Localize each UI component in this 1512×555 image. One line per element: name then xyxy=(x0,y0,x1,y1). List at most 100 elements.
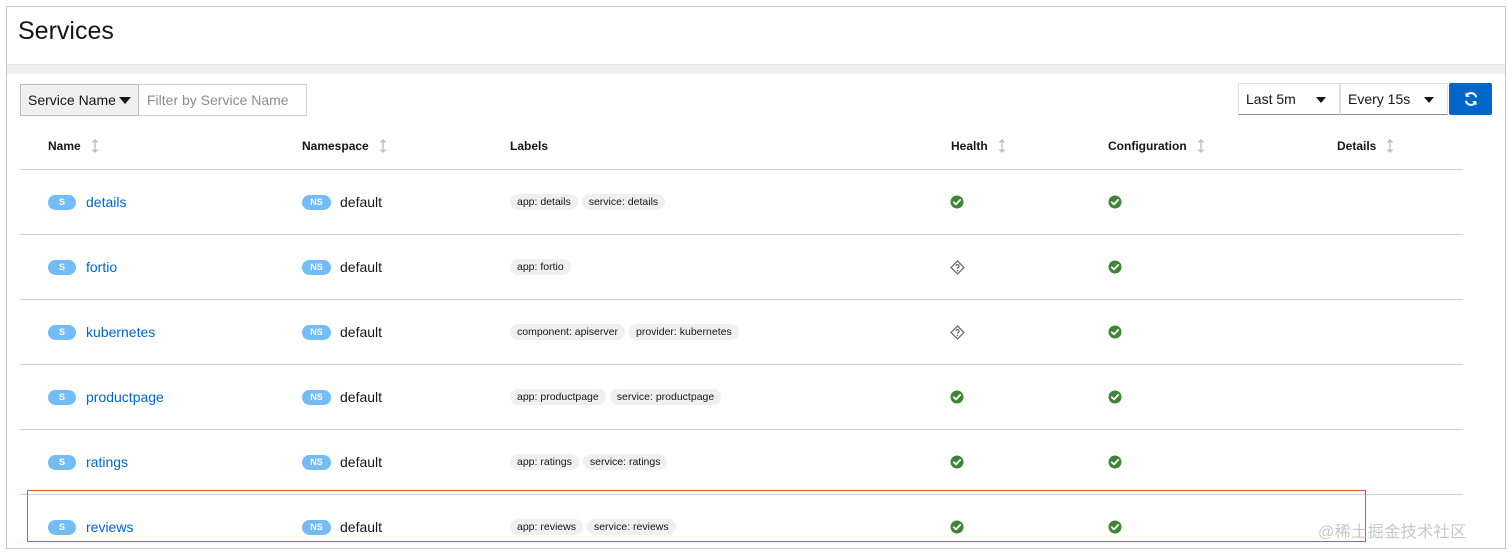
service-badge: S xyxy=(48,324,76,340)
configuration-cell xyxy=(1108,300,1122,364)
namespace-value: default xyxy=(340,194,383,210)
column-header-details[interactable]: Details xyxy=(1337,139,1394,153)
service-badge: S xyxy=(48,454,76,470)
configuration-cell xyxy=(1108,235,1122,299)
column-header-name[interactable]: Name xyxy=(48,139,99,153)
label-chip: service: details xyxy=(581,194,666,210)
table-row: Sreviews NS default app: reviews service: re… xyxy=(20,495,1463,555)
namespace-cell: NS default xyxy=(302,365,382,429)
labels-cell: app: ratings service: ratings xyxy=(510,430,671,494)
table-row: Sratings NS default app: ratings service: ra… xyxy=(20,430,1463,495)
health-cell xyxy=(950,235,965,299)
labels-cell: app: details service: details xyxy=(510,170,669,234)
namespace-cell: NS default xyxy=(302,430,382,494)
service-name-cell: Sreviews xyxy=(48,495,133,555)
health-cell xyxy=(950,495,964,555)
namespace-badge: NS xyxy=(302,324,331,340)
page-header: Services xyxy=(7,7,1505,65)
config-valid-icon xyxy=(1108,390,1122,404)
interval-dropdown[interactable]: Last 5m xyxy=(1238,83,1340,115)
service-badge: S xyxy=(48,259,76,275)
health-cell xyxy=(950,365,964,429)
namespace-cell: NS default xyxy=(302,170,382,234)
sort-icon xyxy=(1386,139,1394,153)
interval-value: Last 5m xyxy=(1246,91,1296,107)
namespace-value: default xyxy=(340,519,383,535)
page-header-divider xyxy=(7,65,1505,74)
service-name-cell: Sratings xyxy=(48,430,128,494)
namespace-cell: NS default xyxy=(302,235,382,299)
label-chip: service: ratings xyxy=(582,454,668,470)
labels-cell: component: apiserver provider: kubernetes xyxy=(510,300,743,364)
filter-type-select[interactable]: Service Name xyxy=(20,84,139,116)
filter-type-label: Service Name xyxy=(28,92,116,108)
label-chip: provider: kubernetes xyxy=(628,324,739,340)
watermark: @稀土掘金技术社区 xyxy=(1318,524,1467,541)
sort-icon xyxy=(379,139,387,153)
table-row: Sdetails NS default app: details service: de… xyxy=(20,170,1463,235)
namespace-value: default xyxy=(340,259,383,275)
config-valid-icon xyxy=(1108,325,1122,339)
service-name-cell: Sproductpage xyxy=(48,365,164,429)
service-link[interactable]: kubernetes xyxy=(86,324,155,340)
caret-down-icon xyxy=(1316,97,1326,103)
caret-down-icon xyxy=(1424,97,1434,103)
service-badge: S xyxy=(48,194,76,210)
services-table: Name Namespace Labels Health Configurati… xyxy=(20,122,1463,555)
filter-input[interactable] xyxy=(139,84,307,116)
health-cell xyxy=(950,170,964,234)
health-cell xyxy=(950,300,965,364)
namespace-badge: NS xyxy=(302,194,331,210)
config-valid-icon xyxy=(1108,455,1122,469)
namespace-badge: NS xyxy=(302,389,331,405)
service-link[interactable]: details xyxy=(86,194,126,210)
service-link[interactable]: ratings xyxy=(86,454,128,470)
column-header-health[interactable]: Health xyxy=(951,139,1006,153)
health-unknown-icon xyxy=(950,259,965,275)
config-valid-icon xyxy=(1108,195,1122,209)
refresh-interval-dropdown[interactable]: Every 15s xyxy=(1340,83,1448,115)
table-row: Skubernetes NS default component: apiserver… xyxy=(20,300,1463,365)
health-healthy-icon xyxy=(950,390,964,404)
label-chip: app: productpage xyxy=(510,389,606,405)
service-name-cell: Sdetails xyxy=(48,170,126,234)
labels-cell: app: fortio xyxy=(510,235,575,299)
filter-toolbar: Service Name xyxy=(20,84,307,117)
config-valid-icon xyxy=(1108,260,1122,274)
refresh-interval-value: Every 15s xyxy=(1348,91,1411,107)
label-chip: service: reviews xyxy=(586,519,676,535)
refresh-toolbar: Last 5m Every 15s xyxy=(1238,83,1492,116)
table-header: Name Namespace Labels Health Configurati… xyxy=(20,122,1463,170)
label-chip: app: details xyxy=(510,194,578,210)
table-body: Sdetails NS default app: details service: de… xyxy=(20,170,1463,555)
service-name-cell: Skubernetes xyxy=(48,300,155,364)
column-header-configuration[interactable]: Configuration xyxy=(1108,139,1205,153)
label-chip: app: reviews xyxy=(510,519,583,535)
configuration-cell xyxy=(1108,170,1122,234)
labels-cell: app: productpage service: productpage xyxy=(510,365,725,429)
configuration-cell xyxy=(1108,430,1122,494)
configuration-cell xyxy=(1108,495,1122,555)
column-header-namespace[interactable]: Namespace xyxy=(302,139,387,153)
namespace-cell: NS default xyxy=(302,300,382,364)
refresh-button[interactable] xyxy=(1449,83,1492,115)
refresh-icon xyxy=(1464,92,1477,106)
namespace-badge: NS xyxy=(302,259,331,275)
label-chip: component: apiserver xyxy=(510,324,625,340)
service-badge: S xyxy=(48,519,76,535)
namespace-badge: NS xyxy=(302,519,331,535)
labels-cell: app: reviews service: reviews xyxy=(510,495,680,555)
service-link[interactable]: productpage xyxy=(86,389,164,405)
service-link[interactable]: reviews xyxy=(86,519,133,535)
label-chip: app: fortio xyxy=(510,259,571,275)
caret-down-icon xyxy=(118,96,131,104)
service-name-cell: Sfortio xyxy=(48,235,117,299)
namespace-cell: NS default xyxy=(302,495,382,555)
service-badge: S xyxy=(48,389,76,405)
health-unknown-icon xyxy=(950,324,965,340)
sort-icon xyxy=(91,139,99,153)
page-title: Services xyxy=(18,17,114,45)
service-link[interactable]: fortio xyxy=(86,259,117,275)
health-healthy-icon xyxy=(950,455,964,469)
table-row: Sfortio NS default app: fortio xyxy=(20,235,1463,300)
